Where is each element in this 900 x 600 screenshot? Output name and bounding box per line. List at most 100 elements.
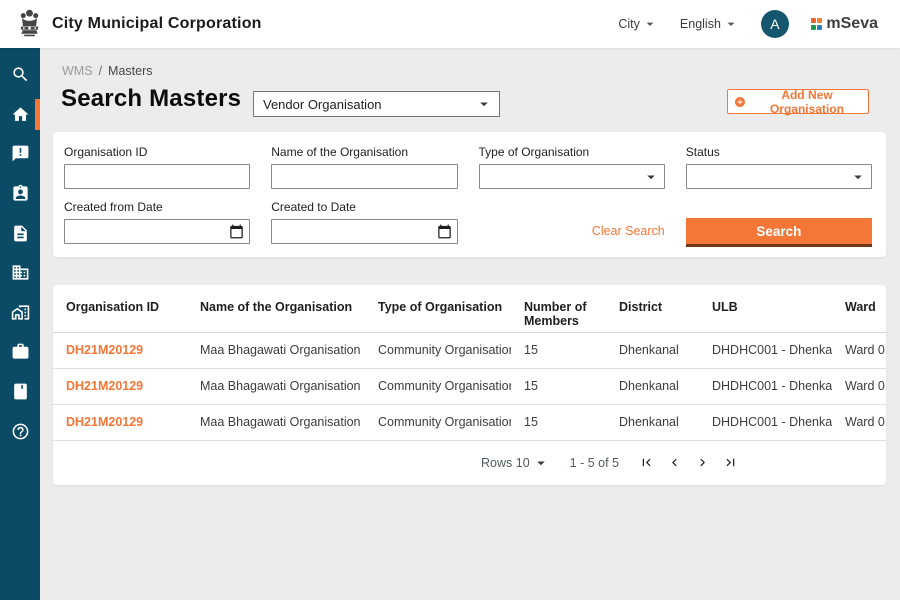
status-label: Status [686, 145, 872, 159]
results-table-card: Organisation ID Name of the Organisation… [53, 285, 886, 485]
clear-search-link[interactable]: Clear Search [592, 224, 665, 238]
breadcrumb-separator: / [99, 64, 102, 78]
header-brand-left: City Municipal Corporation [17, 9, 262, 39]
add-new-organisation-label: Add New Organisation [752, 88, 862, 116]
add-circle-icon [734, 95, 746, 109]
master-type-select[interactable]: Vendor Organisation [253, 91, 500, 117]
sidebar-item-assignments[interactable] [0, 174, 40, 214]
created-to-date-input[interactable] [271, 219, 457, 244]
organisation-id-input[interactable] [64, 164, 250, 189]
search-button-wrap: Search [686, 200, 872, 244]
city-selector[interactable]: City [618, 16, 658, 32]
pagination-range: 1 - 5 of 5 [570, 456, 619, 470]
search-form-row-2: Created from Date Created to Date [64, 200, 872, 244]
sidebar-item-complaints[interactable] [0, 134, 40, 174]
top-header: City Municipal Corporation City English … [0, 0, 900, 48]
home-work-icon [11, 303, 30, 322]
cell-members: 15 [511, 404, 606, 440]
created-to-date-label: Created to Date [271, 200, 457, 214]
last-page-icon[interactable] [723, 455, 738, 470]
sidebar-item-documents[interactable] [0, 213, 40, 253]
first-page-icon[interactable] [639, 455, 654, 470]
cell-district: Dhenkanal [606, 332, 699, 368]
created-from-date-field: Created from Date [64, 200, 250, 244]
cell-ward: Ward 01 [832, 368, 886, 404]
sidebar-item-home[interactable] [0, 95, 40, 135]
add-new-organisation-button[interactable]: Add New Organisation [727, 89, 869, 114]
sidebar-item-home-work[interactable] [0, 293, 40, 333]
search-button[interactable]: Search [686, 218, 872, 244]
master-type-select-value: Vendor Organisation [263, 97, 382, 112]
pagination: Rows 10 1 - 5 of 5 [53, 441, 886, 485]
organisation-type-label: Type of Organisation [479, 145, 665, 159]
breadcrumb-wms[interactable]: WMS [62, 64, 93, 78]
page-title: Search Masters [61, 85, 241, 113]
cell-type: Community Organisation [365, 332, 511, 368]
book-icon [11, 382, 30, 401]
column-header: Name of the Organisation [187, 285, 365, 332]
cell-name: Maa Bhagawati Organisation [187, 332, 365, 368]
city-selector-label: City [618, 17, 640, 31]
cell-type: Community Organisation [365, 368, 511, 404]
sidebar-item-reports[interactable] [0, 372, 40, 412]
cell-ulb: DHDHC001 - Dhenkanal [699, 332, 832, 368]
briefcase-icon [11, 342, 30, 361]
results-table: Organisation ID Name of the Organisation… [53, 285, 886, 441]
column-header: ULB [699, 285, 832, 332]
mseva-dots-icon [811, 18, 823, 30]
chevron-down-icon [642, 168, 660, 186]
previous-page-icon[interactable] [667, 455, 682, 470]
pagination-controls [639, 455, 738, 470]
chevron-down-icon [849, 168, 867, 186]
main-content: WMS / Masters Search Masters Vendor Organi… [40, 48, 900, 600]
calendar-icon[interactable] [229, 224, 244, 239]
user-avatar[interactable]: A [761, 10, 789, 38]
sidebar-item-search[interactable] [0, 55, 40, 95]
table-row: DH21M20129 Maa Bhagawati Organisation Co… [53, 332, 886, 368]
cell-name: Maa Bhagawati Organisation [187, 368, 365, 404]
organisation-name-field: Name of the Organisation [271, 145, 457, 189]
table-header-row: Organisation ID Name of the Organisation… [53, 285, 886, 332]
cell-members: 15 [511, 332, 606, 368]
calendar-icon[interactable] [437, 224, 452, 239]
sidebar-item-business[interactable] [0, 253, 40, 293]
rows-per-page-select[interactable]: Rows 10 [481, 454, 550, 472]
clear-search-wrap: Clear Search [479, 200, 665, 244]
created-from-date-label: Created from Date [64, 200, 250, 214]
document-icon [11, 224, 30, 243]
organisation-id-link[interactable]: DH21M20129 [53, 332, 187, 368]
chevron-down-icon [532, 454, 550, 472]
cell-members: 15 [511, 368, 606, 404]
mseva-logo: mSeva [811, 15, 878, 33]
organisation-type-select[interactable] [479, 164, 665, 189]
table-row: DH21M20129 Maa Bhagawati Organisation Co… [53, 368, 886, 404]
search-form-row-1: Organisation ID Name of the Organisation… [64, 145, 872, 189]
organisation-id-link[interactable]: DH21M20129 [53, 368, 187, 404]
status-select[interactable] [686, 164, 872, 189]
active-indicator [35, 99, 40, 130]
assignment-icon [11, 184, 30, 203]
cell-ulb: DHDHC001 - Dhenkanal [699, 368, 832, 404]
cell-district: Dhenkanal [606, 368, 699, 404]
business-building-icon [11, 263, 30, 282]
sidebar-item-work[interactable] [0, 332, 40, 372]
organisation-id-link[interactable]: DH21M20129 [53, 404, 187, 440]
search-icon [11, 65, 30, 84]
rows-per-page-label: Rows 10 [481, 456, 530, 470]
created-from-date-input[interactable] [64, 219, 250, 244]
sidebar-item-help[interactable] [0, 411, 40, 451]
next-page-icon[interactable] [695, 455, 710, 470]
announcement-icon [11, 144, 30, 163]
cell-name: Maa Bhagawati Organisation [187, 404, 365, 440]
organisation-id-label: Organisation ID [64, 145, 250, 159]
language-selector[interactable]: English [680, 16, 739, 32]
search-panel: Organisation ID Name of the Organisation… [53, 132, 886, 257]
column-header: Ward [832, 285, 886, 332]
table-row: DH21M20129 Maa Bhagawati Organisation Co… [53, 404, 886, 440]
home-icon [11, 105, 30, 124]
help-icon [11, 422, 30, 441]
chevron-down-icon [642, 16, 658, 32]
breadcrumb-masters: Masters [108, 64, 152, 78]
cell-ulb: DHDHC001 - Dhenkanal [699, 404, 832, 440]
organisation-name-input[interactable] [271, 164, 457, 189]
